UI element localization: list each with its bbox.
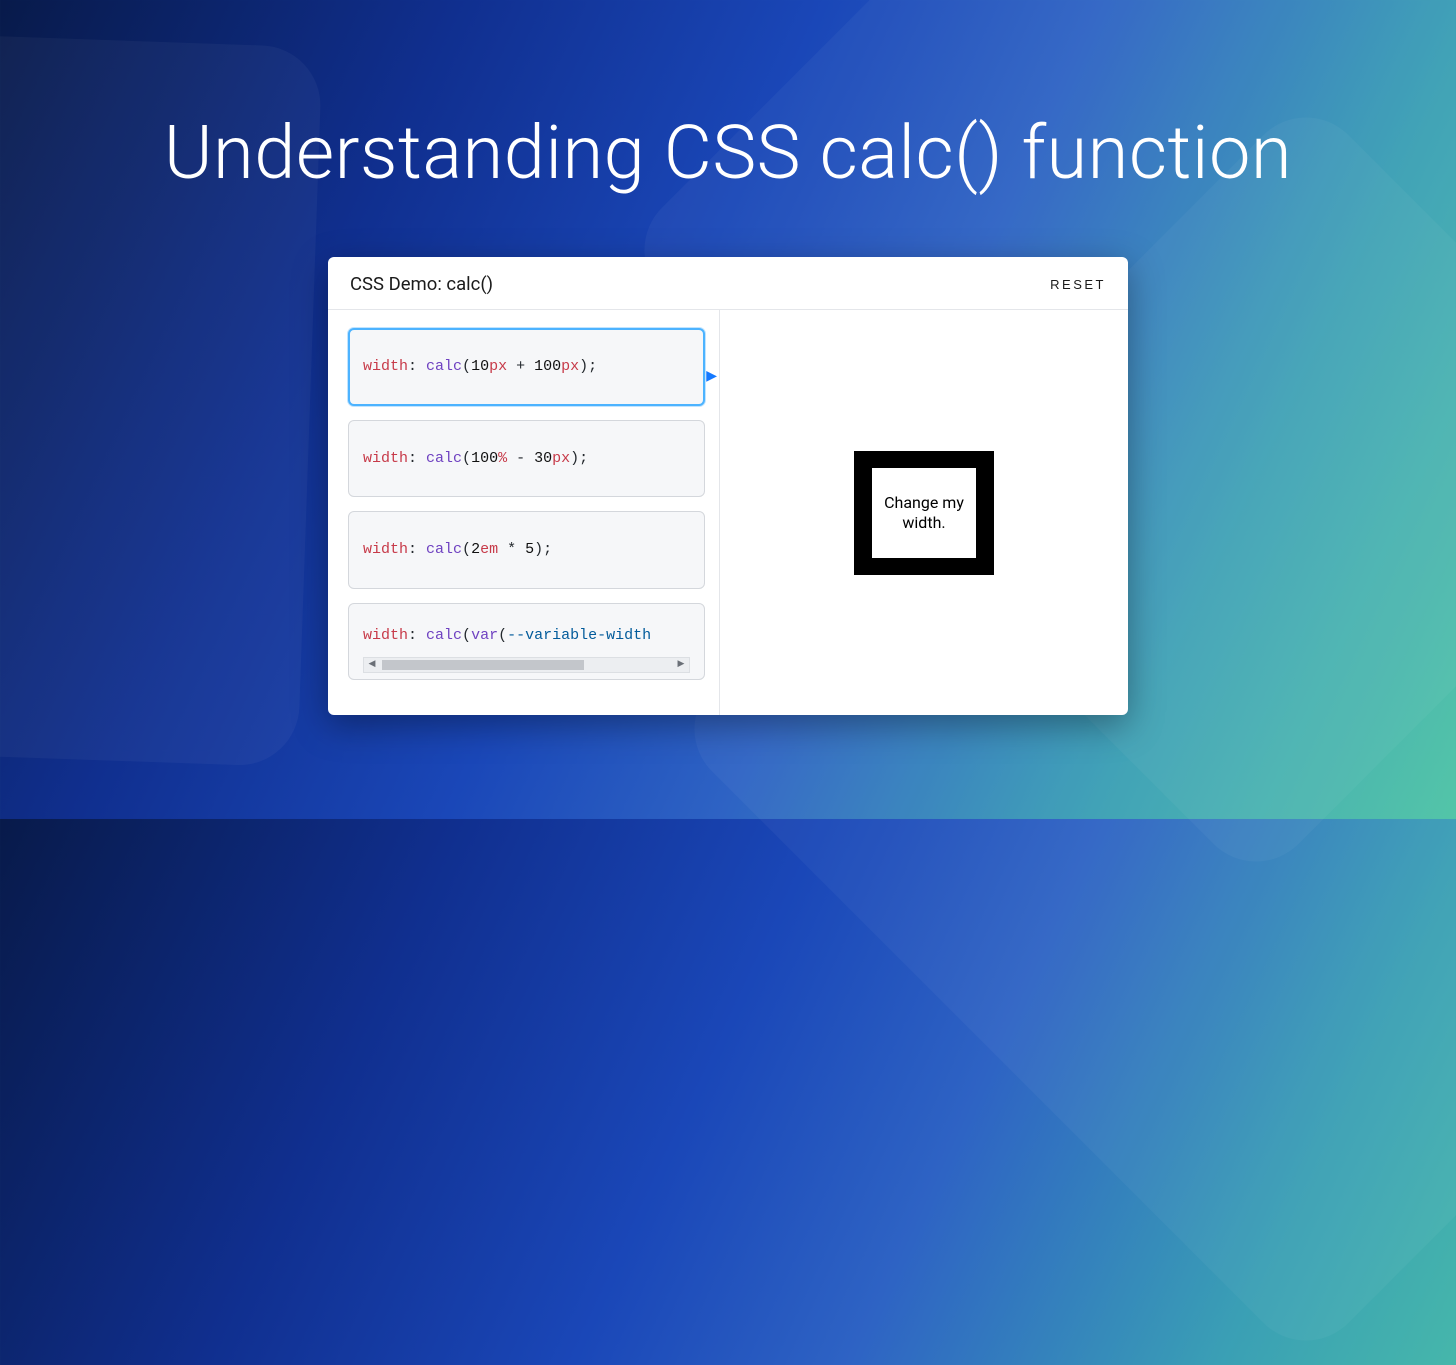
choice-option-1[interactable]: width: calc(10px + 100px);	[348, 328, 705, 406]
code-token: -	[507, 450, 534, 467]
code-token: width	[363, 541, 408, 558]
code-token: px	[561, 358, 579, 375]
code-token: width	[363, 358, 408, 375]
code-token: :	[408, 450, 426, 467]
code-token: calc	[426, 450, 462, 467]
code-token: 5	[525, 541, 534, 558]
code-token: calc	[426, 358, 462, 375]
code-token: %	[498, 450, 507, 467]
horizontal-scrollbar[interactable]: ◀ ▶	[363, 657, 690, 673]
code-token: em	[480, 541, 498, 558]
preview-box: Change my width.	[854, 451, 994, 575]
scrollbar-thumb[interactable]	[382, 660, 584, 670]
code-token: *	[498, 541, 525, 558]
code-token: (	[498, 627, 507, 644]
demo-card: CSS Demo: calc() RESET ▶ width: calc(10p…	[328, 257, 1128, 715]
code-token: );	[570, 450, 588, 467]
choice-option-2[interactable]: width: calc(100% - 30px);	[348, 420, 705, 498]
code-token: :	[408, 627, 426, 644]
reset-button[interactable]: RESET	[1050, 277, 1106, 292]
code-token: (	[462, 358, 471, 375]
scroll-right-icon[interactable]: ▶	[673, 658, 689, 672]
code-token: width	[363, 450, 408, 467]
code-token: px	[489, 358, 507, 375]
code-token: +	[507, 358, 534, 375]
code-token: 2	[471, 541, 480, 558]
code-token: var	[471, 627, 498, 644]
selected-indicator-icon: ▶	[706, 368, 717, 384]
scroll-left-icon[interactable]: ◀	[364, 658, 380, 672]
code-token: :	[408, 358, 426, 375]
code-token: 100	[471, 450, 498, 467]
code-token: 100	[534, 358, 561, 375]
preview-text: Change my width.	[872, 468, 976, 558]
card-header: CSS Demo: calc() RESET	[328, 257, 1128, 310]
preview-column: Change my width.	[720, 310, 1128, 715]
code-token: calc	[426, 627, 462, 644]
card-title: CSS Demo: calc()	[350, 273, 493, 295]
choices-column: ▶ width: calc(10px + 100px); width: calc…	[328, 310, 720, 715]
choice-option-3[interactable]: width: calc(2em * 5);	[348, 511, 705, 589]
code-token: (	[462, 627, 471, 644]
code-token: calc	[426, 541, 462, 558]
page-title: Understanding CSS calc() function	[0, 0, 1456, 197]
choice-option-4[interactable]: width: calc(var(--variable-width ◀ ▶	[348, 603, 705, 681]
card-body: ▶ width: calc(10px + 100px); width: calc…	[328, 310, 1128, 715]
code-token: --variable-width	[507, 627, 651, 644]
code-token: 30	[534, 450, 552, 467]
code-token: );	[534, 541, 552, 558]
code-token: );	[579, 358, 597, 375]
code-token: (	[462, 450, 471, 467]
code-token: 10	[471, 358, 489, 375]
code-token: :	[408, 541, 426, 558]
code-token: (	[462, 541, 471, 558]
code-token: width	[363, 627, 408, 644]
code-token: px	[552, 450, 570, 467]
